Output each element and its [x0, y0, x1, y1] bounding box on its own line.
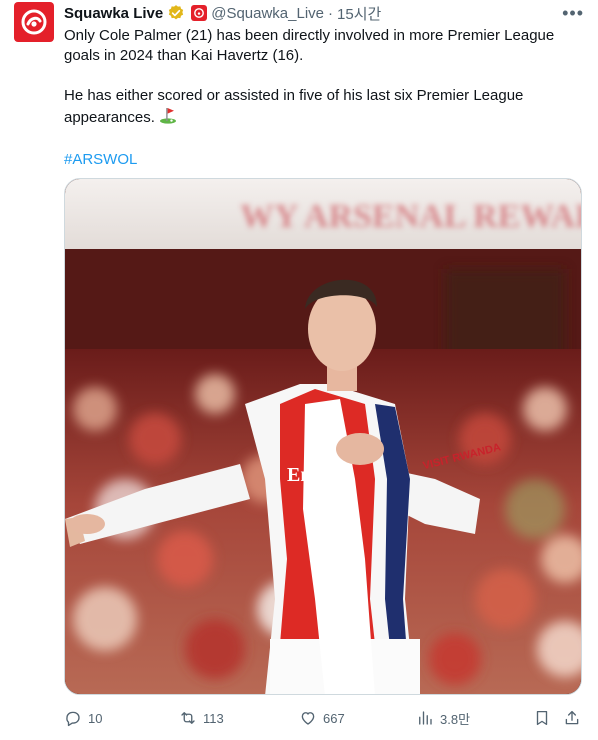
bookmark-button[interactable] — [533, 708, 551, 728]
like-count: 667 — [323, 710, 345, 726]
views-button[interactable]: 3.8만 — [416, 708, 470, 728]
affiliate-badge-icon[interactable] — [191, 5, 208, 21]
hashtag-link[interactable]: #ARSWOL — [64, 151, 137, 168]
squawka-logo-icon — [21, 9, 47, 35]
bookmark-icon — [536, 710, 548, 726]
share-icon — [565, 710, 579, 725]
separator-dot: · — [328, 4, 334, 22]
repost-count: 113 — [203, 710, 224, 726]
share-button[interactable] — [563, 708, 581, 728]
more-icon[interactable]: ••• — [562, 4, 584, 22]
photo-banner-text: WY ARSENAL REWARDS — [240, 198, 582, 235]
reply-count: 10 — [88, 710, 103, 726]
views-count: 3.8만 — [440, 711, 471, 727]
tweet-paragraph-2: He has either scored or assisted in five… — [64, 86, 584, 130]
tweet-paragraph-1: Only Cole Palmer (21) has been directly … — [64, 27, 555, 64]
hashtag-line: #ARSWOL — [64, 150, 584, 170]
photo-illustration: WY ARSENAL REWARDS — [65, 179, 582, 694]
repost-button[interactable]: 113 — [179, 708, 224, 728]
display-name[interactable]: Squawka Live — [64, 5, 163, 22]
verified-badge-icon[interactable] — [167, 4, 185, 22]
reply-icon — [66, 711, 80, 727]
tweet-header: Squawka Live @Squawka_Live · 15시간 ••• — [64, 2, 584, 24]
tweet-actions: 10 113 667 3.8만 — [64, 708, 584, 728]
reply-button[interactable]: 10 — [64, 708, 102, 728]
like-button[interactable]: 667 — [299, 708, 345, 728]
tweet-media-photo[interactable]: WY ARSENAL REWARDS — [64, 178, 582, 695]
photo-crest-text: Em — [287, 464, 317, 486]
handle[interactable]: @Squawka_Live — [211, 5, 324, 22]
repost-icon — [181, 712, 195, 724]
tweet-paragraph-2-text: He has either scored or assisted in five… — [64, 87, 524, 126]
golf-flag-icon — [159, 106, 177, 130]
avatar[interactable] — [14, 2, 54, 42]
like-icon — [301, 712, 315, 725]
tweet-text: Only Cole Palmer (21) has been directly … — [64, 26, 584, 170]
timestamp[interactable]: 15시간 — [337, 3, 381, 24]
views-icon — [419, 711, 432, 725]
